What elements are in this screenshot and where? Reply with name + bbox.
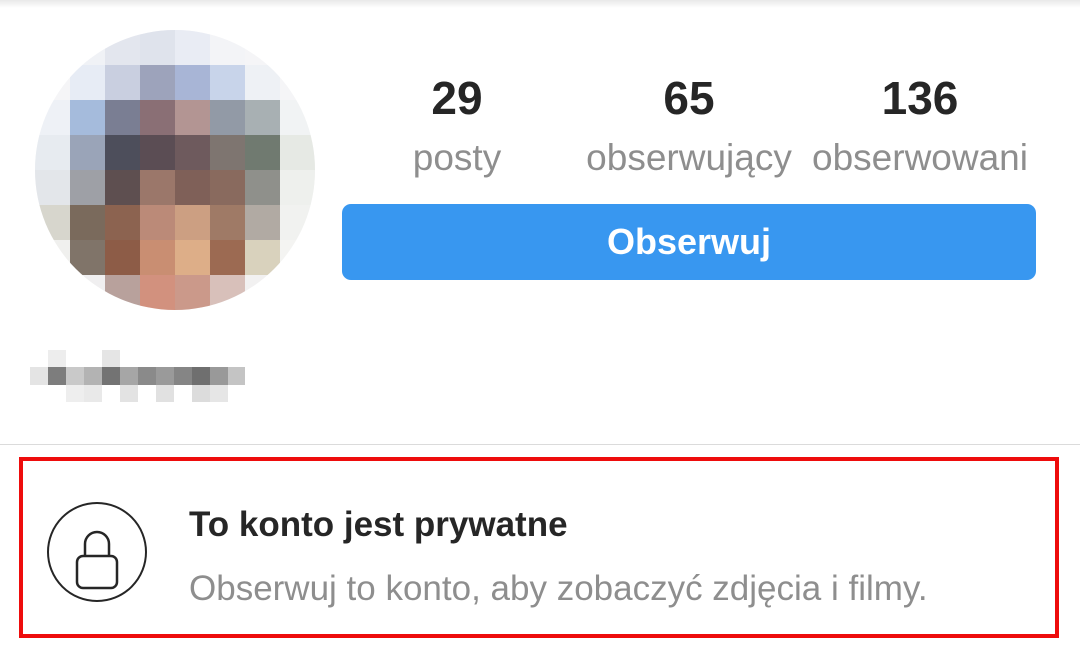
lock-icon [47,502,147,602]
stat-posts: 29 posty [386,70,528,180]
private-account-title: To konto jest prywatne [189,505,568,544]
following-count: 136 [881,72,959,124]
stat-followers[interactable]: 65 obserwujący [578,70,800,180]
posts-label: posty [412,137,502,178]
profile-avatar[interactable] [35,30,315,310]
followers-count: 65 [663,72,715,124]
username-blurred [30,350,245,402]
private-account-subtitle: Obserwuj to konto, aby zobaczyć zdjęcia … [189,569,928,608]
top-divider [0,0,1080,8]
followers-label: obserwujący [586,137,792,178]
stat-following[interactable]: 136 obserwowani [805,70,1035,180]
following-label: obserwowani [812,137,1028,178]
posts-count: 29 [431,72,483,124]
follow-button[interactable]: Obserwuj [342,204,1036,280]
section-divider [0,444,1080,445]
private-account-notice: To konto jest prywatne Obserwuj to konto… [19,457,1059,638]
